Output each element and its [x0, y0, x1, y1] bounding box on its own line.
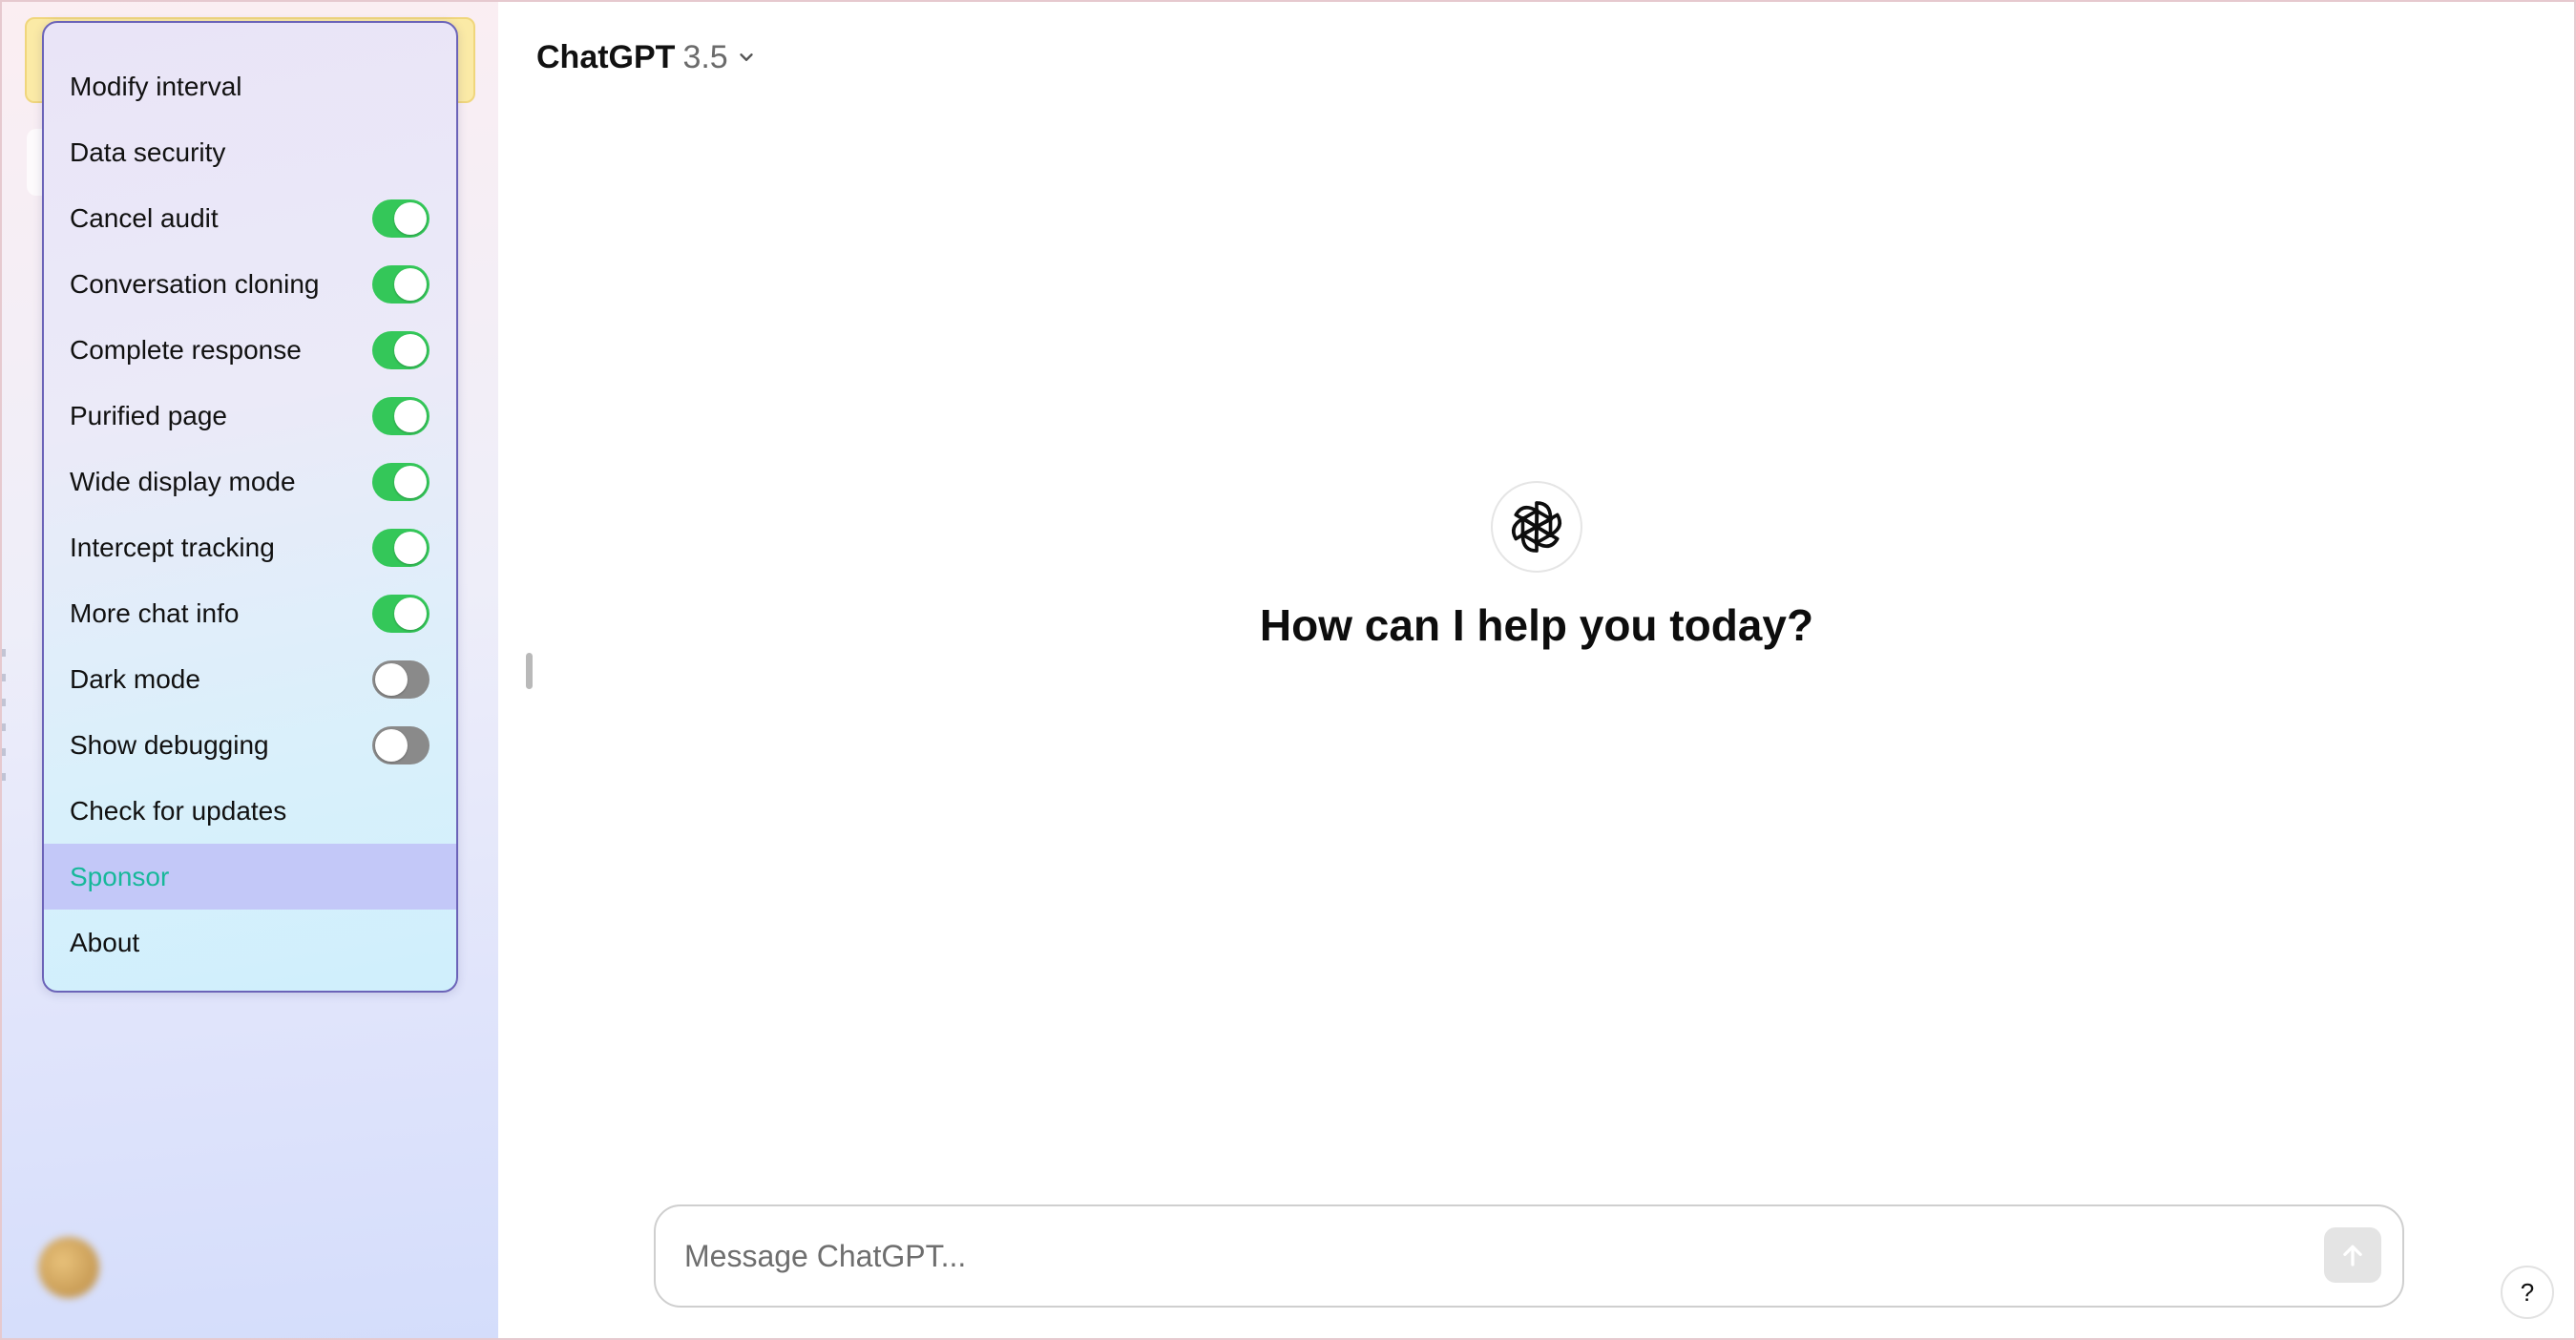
logo-badge	[1491, 481, 1582, 573]
menu-item-label: Sponsor	[70, 861, 170, 891]
menu-item-show-debugging[interactable]: Show debugging	[44, 712, 456, 778]
menu-item-label: Cancel audit	[70, 202, 219, 233]
menu-item-label: Show debugging	[70, 729, 269, 760]
toggle-switch[interactable]	[372, 528, 429, 567]
toggle-knob	[394, 531, 427, 564]
toggle-switch[interactable]	[372, 462, 429, 501]
menu-item-label: Data security	[70, 136, 226, 167]
menu-item-label: More chat info	[70, 597, 240, 628]
menu-item-complete-response[interactable]: Complete response	[44, 317, 456, 383]
menu-item-label: Conversation cloning	[70, 268, 320, 299]
toggle-switch[interactable]	[372, 660, 429, 699]
toggle-knob	[394, 201, 427, 235]
menu-item-label: Modify interval	[70, 71, 242, 101]
menu-item-sponsor[interactable]: Sponsor	[44, 844, 456, 910]
message-input[interactable]	[684, 1206, 2269, 1306]
menu-item-label: Check for updates	[70, 795, 287, 826]
toggle-knob	[394, 465, 427, 498]
openai-logo-icon	[1511, 501, 1562, 553]
menu-item-about[interactable]: About	[44, 910, 456, 975]
menu-item-wide-display-mode[interactable]: Wide display mode	[44, 449, 456, 514]
settings-menu: Modify interval Data security Cancel audit…	[42, 21, 458, 993]
menu-item-check-for-updates[interactable]: Check for updates	[44, 778, 456, 844]
menu-item-modify-interval[interactable]: Modify interval	[44, 53, 456, 119]
toggle-switch[interactable]	[372, 199, 429, 238]
menu-item-label: About	[70, 927, 140, 957]
toggle-knob	[375, 662, 408, 696]
toggle-knob	[394, 333, 427, 366]
menu-item-data-security[interactable]: Data security	[44, 119, 456, 185]
send-button[interactable]	[2324, 1227, 2381, 1283]
menu-item-cancel-audit[interactable]: Cancel audit	[44, 185, 456, 251]
welcome-headline: How can I help you today?	[1259, 600, 1814, 650]
sidebar-resize-handle[interactable]	[526, 653, 533, 689]
menu-item-purified-page[interactable]: Purified page	[44, 383, 456, 449]
toggle-knob	[394, 597, 427, 630]
toggle-knob	[394, 399, 427, 432]
menu-item-label: Complete response	[70, 334, 302, 365]
arrow-up-icon	[2343, 1245, 2362, 1267]
model-name: ChatGPT	[536, 38, 676, 75]
help-button[interactable]: ?	[2501, 1266, 2554, 1319]
menu-item-label: Intercept tracking	[70, 532, 275, 562]
toggle-switch[interactable]	[372, 396, 429, 435]
menu-item-conversation-cloning[interactable]: Conversation cloning	[44, 251, 456, 317]
toggle-switch[interactable]	[372, 594, 429, 633]
help-label: ?	[2520, 1277, 2535, 1307]
settings-menu-list: Modify interval Data security Cancel audit…	[44, 53, 456, 975]
avatar	[38, 1237, 99, 1298]
user-account[interactable]	[38, 1237, 113, 1298]
menu-item-label: Dark mode	[70, 663, 200, 694]
toggle-switch[interactable]	[372, 330, 429, 369]
main-panel: ChatGPT 3.5 How can I help you today? Me…	[498, 0, 2576, 1340]
toggle-knob	[375, 728, 408, 762]
toggle-switch[interactable]	[372, 264, 429, 304]
menu-item-label: Purified page	[70, 400, 228, 430]
model-selector[interactable]: ChatGPT 3.5	[536, 34, 757, 80]
menu-item-more-chat-info[interactable]: More chat info	[44, 580, 456, 646]
toggle-switch[interactable]	[372, 725, 429, 764]
menu-item-intercept-tracking[interactable]: Intercept tracking	[44, 514, 456, 580]
sidebar-edge-text-fragment	[0, 649, 6, 792]
chevron-down-icon	[740, 53, 753, 61]
menu-item-dark-mode[interactable]: Dark mode	[44, 646, 456, 712]
model-version: 3.5	[682, 38, 728, 75]
menu-item-label: Wide display mode	[70, 466, 296, 496]
message-composer	[654, 1204, 2404, 1308]
toggle-knob	[394, 267, 427, 301]
